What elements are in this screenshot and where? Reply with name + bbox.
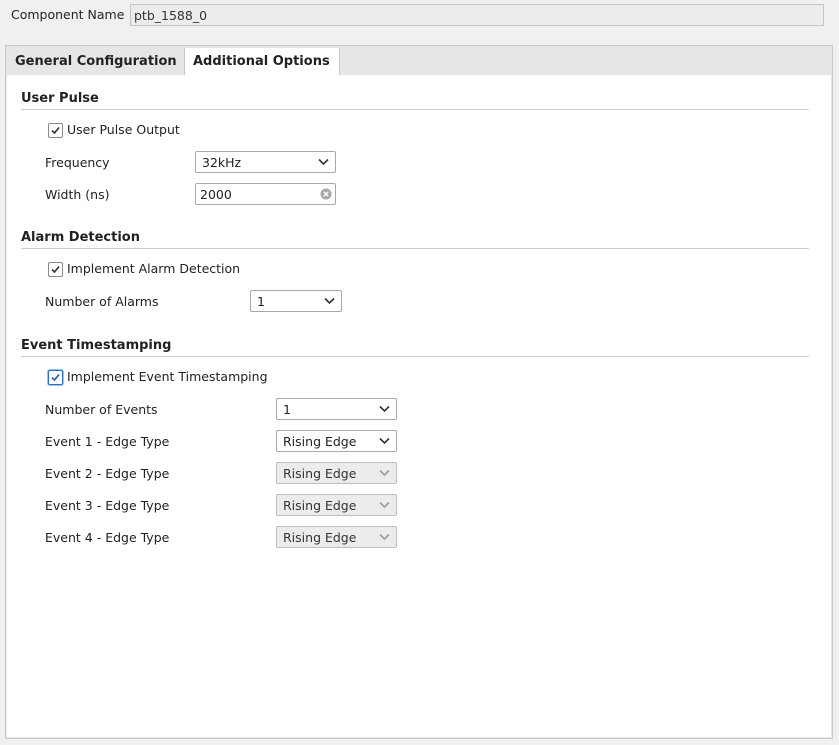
user-pulse-output-checkbox[interactable] bbox=[48, 123, 63, 138]
section-divider bbox=[21, 248, 809, 249]
number-of-alarms-value: 1 bbox=[257, 294, 265, 309]
width-value: 2000 bbox=[200, 187, 232, 202]
event-2-edge-label: Event 2 - Edge Type bbox=[45, 466, 170, 481]
event-3-edge-label: Event 3 - Edge Type bbox=[45, 498, 170, 513]
number-of-events-value: 1 bbox=[283, 402, 291, 417]
checkmark-icon bbox=[51, 265, 60, 274]
event-2-edge-select: Rising Edge bbox=[276, 462, 397, 484]
event-1-edge-value: Rising Edge bbox=[283, 434, 357, 449]
checkmark-icon bbox=[51, 126, 60, 135]
number-of-events-select[interactable]: 1 bbox=[276, 398, 397, 420]
frequency-label: Frequency bbox=[45, 155, 110, 170]
event-4-edge-select: Rising Edge bbox=[276, 526, 397, 548]
component-name-label: Component Name bbox=[11, 7, 125, 22]
chevron-down-icon bbox=[379, 405, 390, 413]
tab-panel: General Configuration Additional Options… bbox=[5, 45, 833, 739]
width-label: Width (ns) bbox=[45, 187, 110, 202]
chevron-down-icon bbox=[379, 501, 390, 509]
event-3-edge-select: Rising Edge bbox=[276, 494, 397, 516]
frequency-select[interactable]: 32kHz bbox=[195, 151, 336, 173]
user-pulse-output-label: User Pulse Output bbox=[67, 122, 180, 137]
section-title-alarm-detection: Alarm Detection bbox=[21, 230, 140, 245]
frequency-value: 32kHz bbox=[202, 155, 242, 170]
chevron-down-icon bbox=[379, 533, 390, 541]
implement-event-label: Implement Event Timestamping bbox=[67, 369, 268, 384]
component-name-field[interactable]: ptb_1588_0 bbox=[130, 4, 824, 26]
implement-event-checkbox[interactable] bbox=[48, 370, 63, 385]
event-3-edge-value: Rising Edge bbox=[283, 498, 357, 513]
width-input[interactable]: 2000 bbox=[195, 183, 336, 205]
number-of-alarms-select[interactable]: 1 bbox=[250, 290, 342, 312]
chevron-down-icon bbox=[379, 437, 390, 445]
clear-icon[interactable] bbox=[320, 188, 332, 200]
event-1-edge-label: Event 1 - Edge Type bbox=[45, 434, 170, 449]
chevron-down-icon bbox=[318, 158, 329, 166]
component-name-value: ptb_1588_0 bbox=[134, 8, 208, 23]
number-of-events-label: Number of Events bbox=[45, 402, 158, 417]
section-title-user-pulse: User Pulse bbox=[21, 91, 99, 106]
event-2-edge-value: Rising Edge bbox=[283, 466, 357, 481]
checkmark-icon bbox=[51, 373, 60, 382]
section-divider bbox=[21, 356, 809, 357]
implement-alarm-checkbox[interactable] bbox=[48, 262, 63, 277]
tab-general-configuration[interactable]: General Configuration bbox=[7, 48, 185, 75]
additional-options-content: User Pulse User Pulse Output Frequency 3… bbox=[7, 75, 831, 737]
event-4-edge-label: Event 4 - Edge Type bbox=[45, 530, 170, 545]
event-1-edge-select[interactable]: Rising Edge bbox=[276, 430, 397, 452]
section-title-event-timestamping: Event Timestamping bbox=[21, 338, 172, 353]
tab-additional-options[interactable]: Additional Options bbox=[184, 48, 340, 76]
chevron-down-icon bbox=[379, 469, 390, 477]
event-4-edge-value: Rising Edge bbox=[283, 530, 357, 545]
section-divider bbox=[21, 109, 809, 110]
number-of-alarms-label: Number of Alarms bbox=[45, 294, 159, 309]
implement-alarm-label: Implement Alarm Detection bbox=[67, 261, 241, 276]
chevron-down-icon bbox=[324, 297, 335, 305]
